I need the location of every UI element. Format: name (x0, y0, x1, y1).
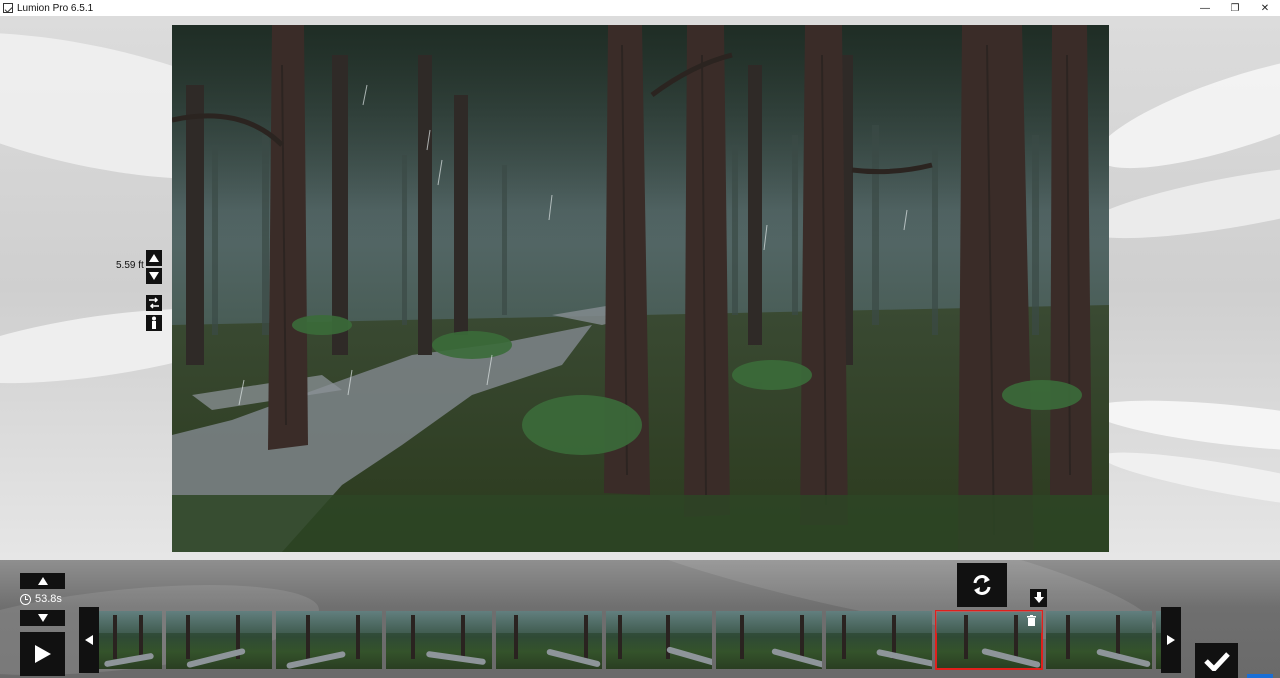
status-indicator (1247, 674, 1273, 678)
clock-icon (20, 593, 31, 605)
keyframe-thumbnail-selected[interactable] (935, 610, 1043, 670)
clip-duration: 53.8s (20, 592, 66, 606)
scroll-left-button[interactable] (79, 607, 99, 673)
arrow-down-icon (1033, 592, 1044, 603)
keyframe-thumbnail[interactable] (276, 611, 382, 669)
keyframe-thumbnail[interactable] (606, 611, 712, 669)
close-button[interactable]: ✕ (1250, 0, 1280, 16)
arrow-right-icon (1167, 635, 1175, 645)
minimize-button[interactable]: — (1190, 0, 1220, 16)
restore-button[interactable]: ❐ (1220, 0, 1250, 16)
play-button[interactable] (20, 632, 65, 676)
trash-icon (1026, 615, 1036, 626)
height-up-button[interactable] (146, 250, 162, 266)
refresh-button[interactable] (957, 563, 1007, 607)
keyframe-thumbnail[interactable] (1046, 611, 1152, 669)
scroll-right-button[interactable] (1161, 607, 1181, 673)
keyframe-thumbnail[interactable] (99, 611, 162, 669)
arrow-left-icon (85, 635, 93, 645)
keyframe-thumbnail[interactable] (826, 611, 932, 669)
background-swoosh (1086, 31, 1280, 191)
height-down-button[interactable] (146, 268, 162, 284)
keyframe-thumbnail[interactable] (166, 611, 272, 669)
duration-value: 53.8s (35, 593, 62, 605)
arrow-down-icon (37, 614, 48, 622)
camera-height-label: 5.59 ft (116, 260, 144, 271)
keyframe-thumbnail[interactable] (716, 611, 822, 669)
keyframe-thumbnail[interactable] (386, 611, 492, 669)
align-view-button[interactable] (146, 295, 162, 311)
background-swoosh (1088, 390, 1280, 462)
confirm-button[interactable] (1195, 643, 1238, 678)
refresh-icon (973, 575, 991, 595)
person-icon (152, 316, 156, 329)
keyframe-thumbnail[interactable] (496, 611, 602, 669)
forest-scene-render (172, 25, 1109, 552)
speed-down-button[interactable] (20, 610, 65, 626)
eye-level-button[interactable] (146, 315, 162, 331)
window-controls: — ❐ ✕ (1190, 0, 1280, 16)
swap-arrows-icon (149, 297, 159, 309)
keyframe-strip (99, 610, 1161, 670)
play-icon (34, 645, 51, 663)
background-swoosh (1099, 441, 1280, 521)
window-title: Lumion Pro 6.5.1 (17, 2, 94, 14)
title-bar: Lumion Pro 6.5.1 — ❐ ✕ (0, 0, 1280, 16)
insert-keyframe-button[interactable] (1030, 589, 1047, 607)
arrow-up-icon (37, 577, 48, 585)
delete-keyframe-button[interactable] (1025, 615, 1037, 627)
scene-viewport[interactable] (172, 25, 1109, 552)
app-icon (3, 3, 13, 13)
checkmark-icon (1203, 651, 1230, 671)
arrow-down-icon (149, 272, 159, 280)
arrow-up-icon (149, 254, 159, 262)
speed-up-button[interactable] (20, 573, 65, 589)
